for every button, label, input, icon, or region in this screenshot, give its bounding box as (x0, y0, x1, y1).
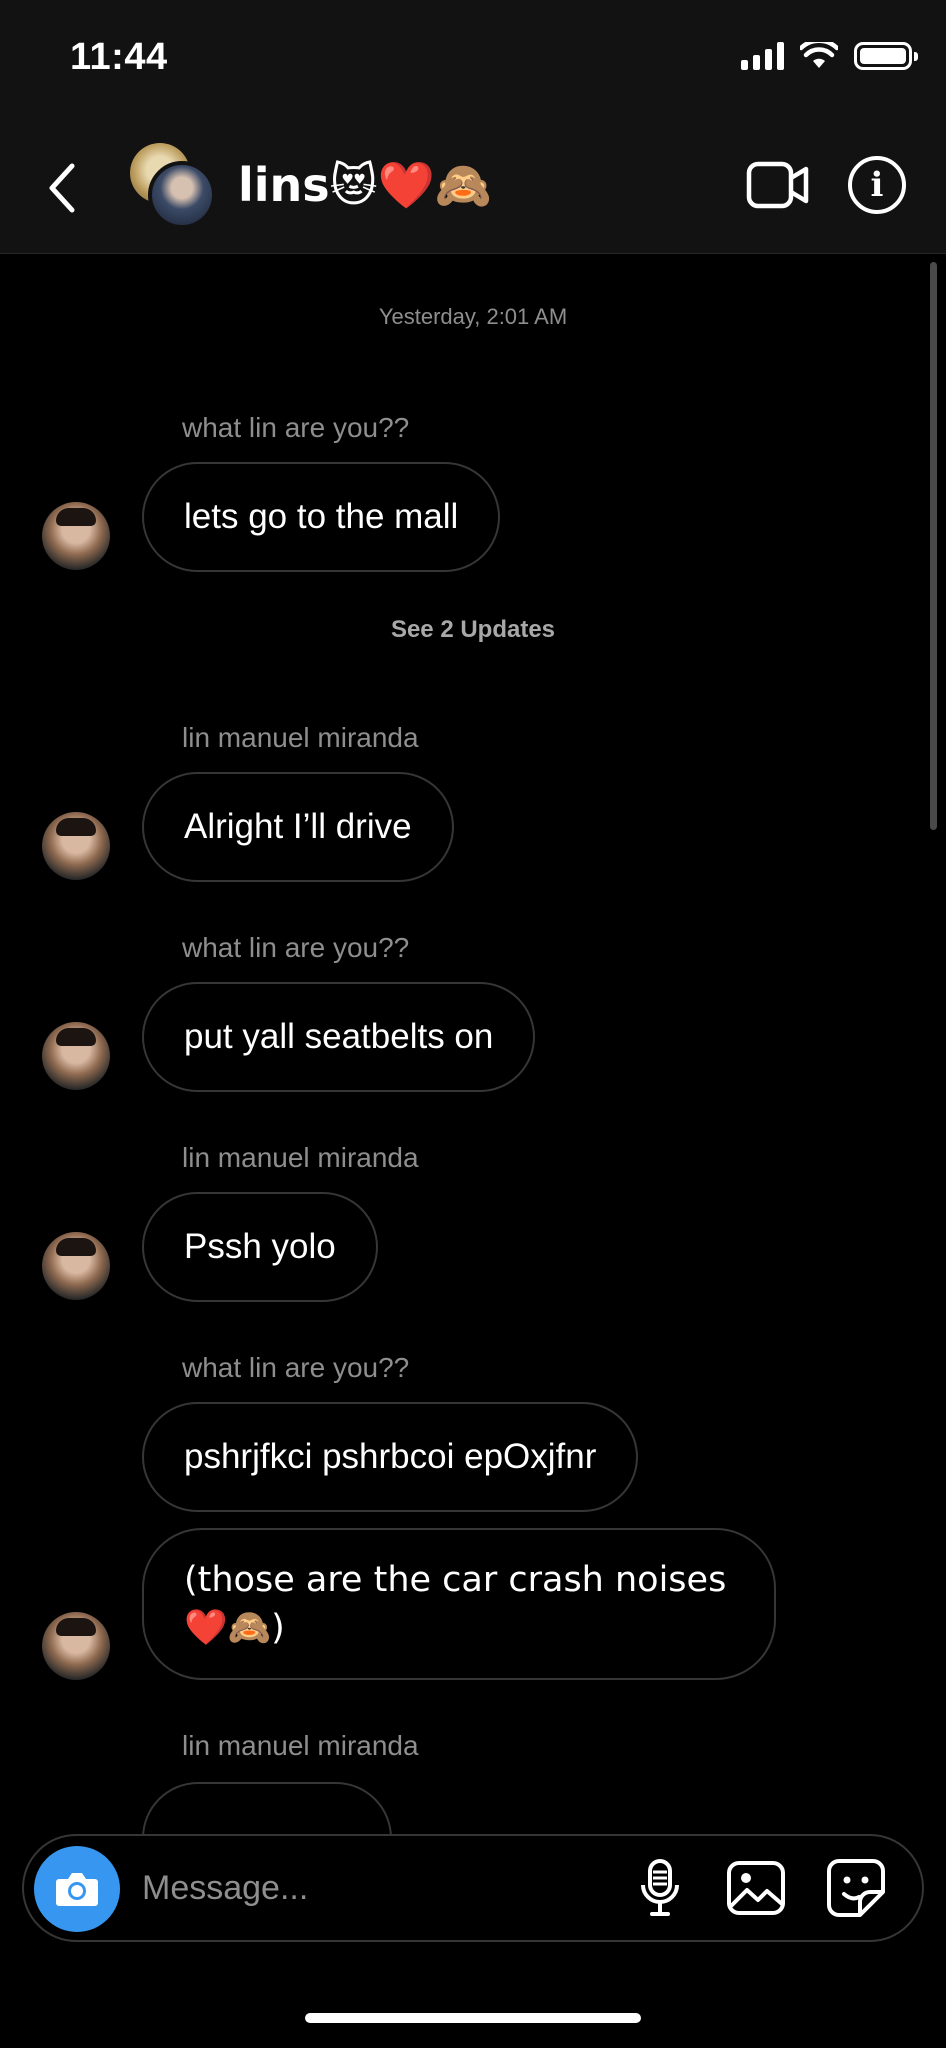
avatar[interactable] (42, 1232, 110, 1300)
sender-name: lin manuel miranda (182, 1730, 419, 1761)
sender-name: what lin are you?? (182, 932, 410, 963)
chat-header: lins😻❤️🙈 i (0, 118, 946, 254)
message-bubble[interactable]: (those are the car crash noises❤️🙈) (142, 1528, 776, 1680)
chat-title[interactable]: lins😻❤️🙈 (238, 158, 492, 213)
sticker-icon (827, 1859, 885, 1917)
avatar[interactable] (42, 812, 110, 880)
avatar[interactable] (42, 1022, 110, 1090)
message-bubble[interactable]: Pssh yolo (142, 1192, 378, 1302)
message-input[interactable] (142, 1836, 592, 1940)
gallery-icon (727, 1861, 785, 1915)
sticker-button[interactable] (824, 1856, 888, 1920)
avatar[interactable] (42, 502, 110, 570)
status-time: 11:44 (70, 36, 168, 78)
avatar[interactable] (42, 1612, 110, 1680)
see-updates-link[interactable]: See 2 Updates (0, 616, 946, 644)
sender-name: what lin are you?? (182, 1352, 410, 1383)
microphone-icon (641, 1859, 679, 1916)
message-bubble[interactable]: lets go to the mall (142, 462, 501, 572)
scrollbar[interactable] (930, 262, 937, 830)
sender-name: lin manuel miranda (182, 1142, 419, 1173)
video-call-icon[interactable] (746, 158, 810, 212)
gallery-button[interactable] (724, 1856, 788, 1920)
message-bubble[interactable]: put yall seatbelts on (142, 982, 536, 1092)
message-bubble[interactable]: pshrjfkci pshrbcoi epOxjfnr (142, 1402, 639, 1512)
sender-name: lin manuel miranda (182, 722, 419, 753)
battery-icon (854, 42, 918, 70)
group-avatar[interactable] (130, 143, 216, 229)
message-composer (22, 1834, 924, 1942)
back-icon[interactable] (40, 160, 84, 216)
status-icons (741, 42, 918, 70)
wifi-icon (800, 42, 838, 68)
member-avatar (148, 161, 216, 229)
info-icon[interactable]: i (848, 156, 906, 214)
voice-message-button[interactable] (628, 1856, 692, 1920)
camera-button[interactable] (34, 1846, 120, 1932)
cellular-signal-icon (741, 42, 784, 70)
sender-name: what lin are you?? (182, 412, 410, 443)
message-bubble[interactable]: Alright I’ll drive (142, 772, 454, 882)
home-indicator[interactable] (305, 2013, 641, 2023)
status-bar: 11:44 (0, 0, 946, 118)
camera-icon (56, 1873, 98, 1906)
thread-timestamp: Yesterday, 2:01 AM (378, 304, 568, 329)
